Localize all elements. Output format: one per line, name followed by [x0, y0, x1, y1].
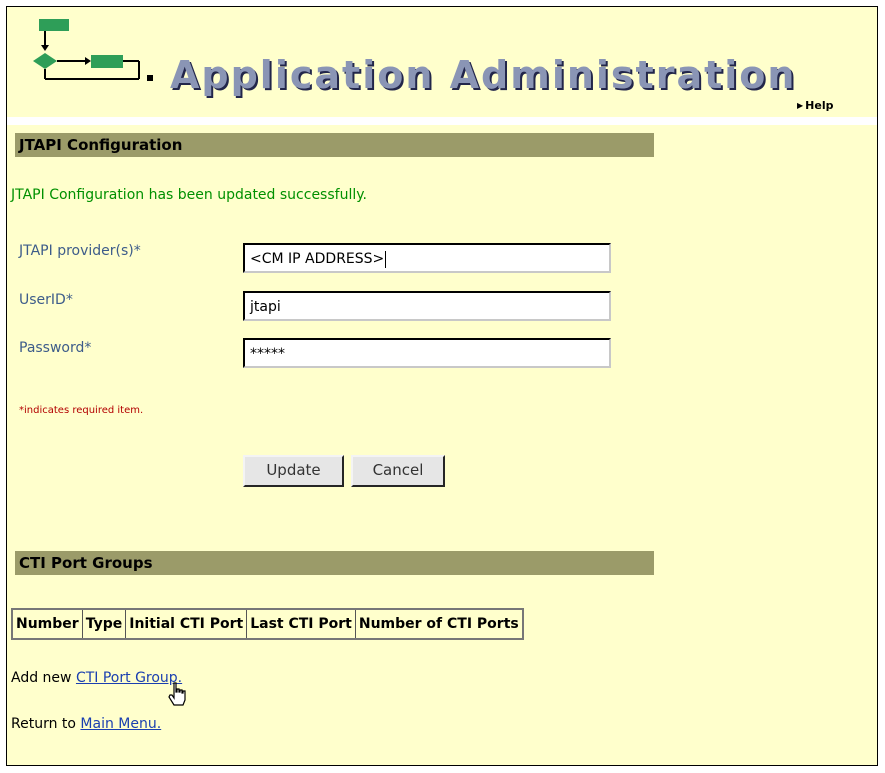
userid-input[interactable]: jtapi: [243, 291, 611, 321]
text-caret: [385, 250, 387, 268]
help-link[interactable]: ▶ Help: [797, 99, 833, 112]
add-port-group-line: Add new CTI Port Group.: [11, 670, 182, 686]
table-header-row: Number Type Initial CTI Port Last CTI Po…: [11, 608, 524, 640]
header-divider: [7, 117, 877, 125]
password-value: *****: [250, 346, 285, 362]
cancel-button[interactable]: Cancel: [351, 455, 445, 487]
provider-value: <CM IP ADDRESS>: [250, 251, 385, 267]
workflow-logo-icon: [33, 19, 153, 81]
required-note: *indicates required item.: [19, 405, 144, 416]
jtapi-section-header: JTAPI Configuration: [15, 133, 654, 157]
provider-label: JTAPI provider(s)*: [19, 243, 141, 259]
column-header-number: Number: [11, 608, 83, 640]
update-button[interactable]: Update: [243, 455, 344, 487]
cti-port-group-table: Number Type Initial CTI Port Last CTI Po…: [11, 608, 524, 640]
return-prefix: Return to: [11, 716, 81, 732]
main-menu-link[interactable]: Main Menu.: [80, 716, 161, 732]
admin-page: Application Administration ▶ Help JTAPI …: [6, 6, 878, 766]
column-header-last-port: Last CTI Port: [246, 608, 356, 640]
header: Application Administration ▶ Help: [7, 7, 877, 117]
userid-label: UserID*: [19, 292, 73, 308]
app-title: Application Administration: [170, 53, 797, 97]
password-label: Password*: [19, 340, 92, 356]
hand-pointer-icon: [168, 682, 186, 706]
column-header-type: Type: [81, 608, 127, 640]
help-label: Help: [805, 99, 834, 112]
cti-section-header: CTI Port Groups: [15, 551, 654, 575]
success-message: JTAPI Configuration has been updated suc…: [11, 187, 367, 203]
column-header-initial-port: Initial CTI Port: [125, 608, 248, 640]
triangle-right-icon: ▶: [797, 101, 804, 110]
add-prefix: Add new: [11, 670, 76, 686]
column-header-port-count: Number of CTI Ports: [354, 608, 524, 640]
userid-value: jtapi: [250, 299, 281, 315]
return-line: Return to Main Menu.: [11, 716, 161, 732]
provider-input[interactable]: <CM IP ADDRESS>: [243, 243, 611, 273]
password-input[interactable]: *****: [243, 338, 611, 368]
